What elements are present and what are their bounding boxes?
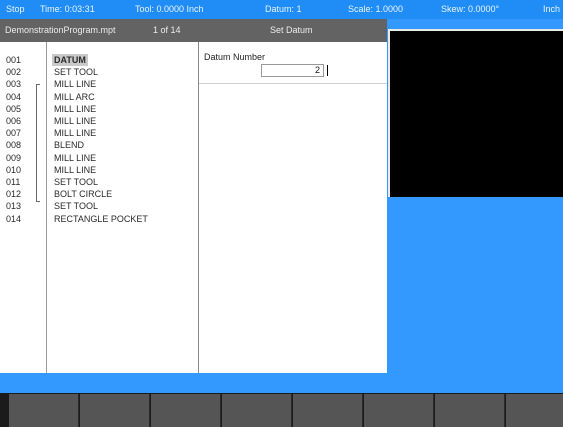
machine-state: Stop (6, 4, 25, 14)
step-command: MILL LINE (54, 103, 97, 114)
skew-angle: Skew: 0.0000° (441, 4, 500, 14)
step-number: 012 (6, 189, 22, 200)
step-command: RECTANGLE POCKET (54, 213, 148, 224)
form-divider (199, 83, 387, 84)
program-step[interactable]: 012 BOLT CIRCLE (0, 188, 198, 200)
text-cursor (327, 65, 328, 76)
program-step[interactable]: 005 MILL LINE (0, 103, 198, 115)
step-number: 006 (6, 116, 22, 126)
step-command: BLEND (54, 140, 85, 151)
step-number: 002 (6, 67, 22, 78)
softkey-3[interactable] (151, 394, 221, 427)
step-command: DATUM (52, 54, 88, 66)
step-number: 007 (6, 128, 22, 139)
step-command: MILL LINE (54, 79, 97, 90)
program-step[interactable]: 003 MILL LINE (0, 78, 198, 90)
program-step[interactable]: 002 SET TOOL (0, 66, 198, 78)
softkey-6[interactable] (364, 394, 434, 427)
step-command: BOLT CIRCLE (54, 189, 113, 200)
step-number: 005 (6, 103, 22, 114)
run-time: Time: 0:03:31 (40, 4, 95, 14)
step-number: 014 (6, 213, 22, 224)
program-position: 1 of 14 (153, 25, 181, 35)
program-step[interactable]: 013 SET TOOL (0, 200, 198, 212)
units-label: Inch (543, 4, 561, 14)
step-number: 003 (6, 79, 22, 90)
step-command: SET TOOL (54, 177, 99, 187)
softkey-1[interactable] (9, 394, 79, 427)
status-bar: Stop Time: 0:03:31 Tool: 0.0000 Inch Dat… (0, 0, 563, 19)
softkey-7[interactable] (435, 394, 505, 427)
program-step[interactable]: 006 MILL LINE (0, 115, 198, 127)
program-filename: DemonstrationProgram.mpt (5, 25, 116, 35)
program-step[interactable]: 001 DATUM (0, 54, 198, 66)
active-datum: Datum: 1 (265, 4, 302, 14)
step-number: 001 (6, 55, 22, 65)
tool-offset: Tool: 0.0000 Inch (135, 4, 204, 14)
program-list: 001 DATUM 002 SET TOOL 003 MILL LINE 004 MILL A… (0, 42, 199, 373)
softkey-2[interactable] (80, 394, 150, 427)
program-step[interactable]: 010 MILL LINE (0, 164, 198, 176)
program-step[interactable]: 007 MILL LINE (0, 127, 198, 139)
form-title: Set Datum (270, 25, 313, 35)
softkey-4[interactable] (222, 394, 292, 427)
program-step[interactable]: 009 MILL LINE (0, 152, 198, 164)
step-command: MILL ARC (54, 91, 95, 102)
step-command: SET TOOL (54, 67, 99, 78)
datum-number-label: Datum Number (204, 52, 266, 62)
step-number: 013 (6, 201, 22, 212)
softkey-bar (0, 393, 563, 427)
step-number: 010 (6, 164, 22, 175)
program-title-bar: DemonstrationProgram.mpt 1 of 14 Set Dat… (0, 19, 387, 42)
step-command: MILL LINE (54, 152, 97, 163)
program-step[interactable]: 011 SET TOOL (0, 176, 198, 188)
step-number: 011 (6, 177, 21, 187)
program-step[interactable]: 014 RECTANGLE POCKET (0, 213, 198, 225)
form-panel: Datum Number 2 (199, 42, 387, 373)
softkey-8[interactable] (506, 394, 563, 427)
step-command: MILL LINE (54, 164, 97, 175)
step-number: 004 (6, 91, 22, 102)
step-command: SET TOOL (54, 201, 99, 212)
softkey-5[interactable] (293, 394, 363, 427)
step-number: 008 (6, 140, 22, 151)
program-step[interactable]: 004 MILL ARC (0, 91, 198, 103)
datum-number-input[interactable]: 2 (261, 64, 324, 77)
program-step[interactable]: 008 BLEND (0, 139, 198, 151)
step-command: MILL LINE (54, 128, 97, 139)
step-command: MILL LINE (54, 116, 97, 126)
scale-factor: Scale: 1.0000 (348, 4, 404, 14)
step-number: 009 (6, 152, 22, 163)
graphics-preview (388, 29, 563, 197)
